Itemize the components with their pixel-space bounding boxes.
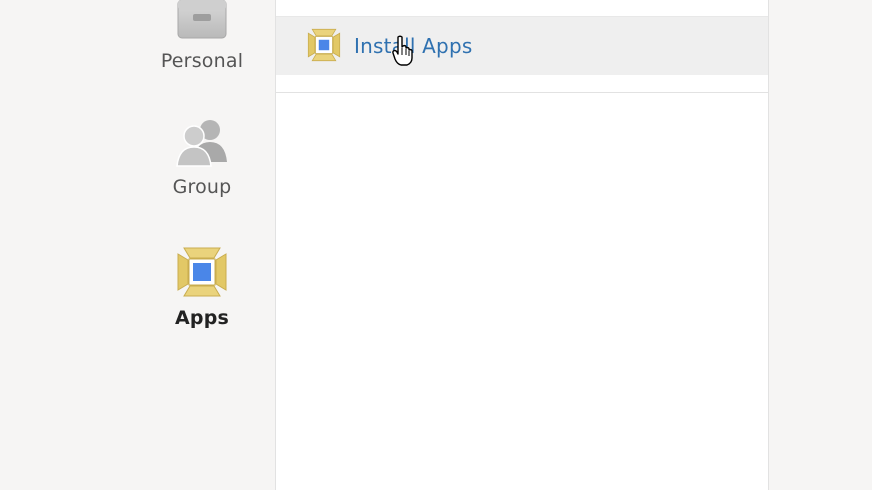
content-panel: Install Apps [275,0,769,490]
apps-icon [307,28,341,62]
group-users-icon [176,120,227,167]
divider [276,92,768,93]
sidebar-item-label: Group [172,176,232,198]
sidebar-item-label: Apps [174,307,229,329]
sidebar-item-group[interactable]: Group [140,115,264,198]
apps-icon [177,247,227,297]
sidebar-item-label: Personal [160,50,244,72]
install-apps-link[interactable]: Install Apps [354,34,472,58]
install-apps-row[interactable]: Install Apps [276,17,768,75]
sidebar-item-personal[interactable]: Personal [140,0,264,72]
sidebar: Personal Group Apps [0,0,275,490]
sidebar-item-apps[interactable]: Apps [140,245,264,329]
personal-folder-icon [177,0,227,39]
